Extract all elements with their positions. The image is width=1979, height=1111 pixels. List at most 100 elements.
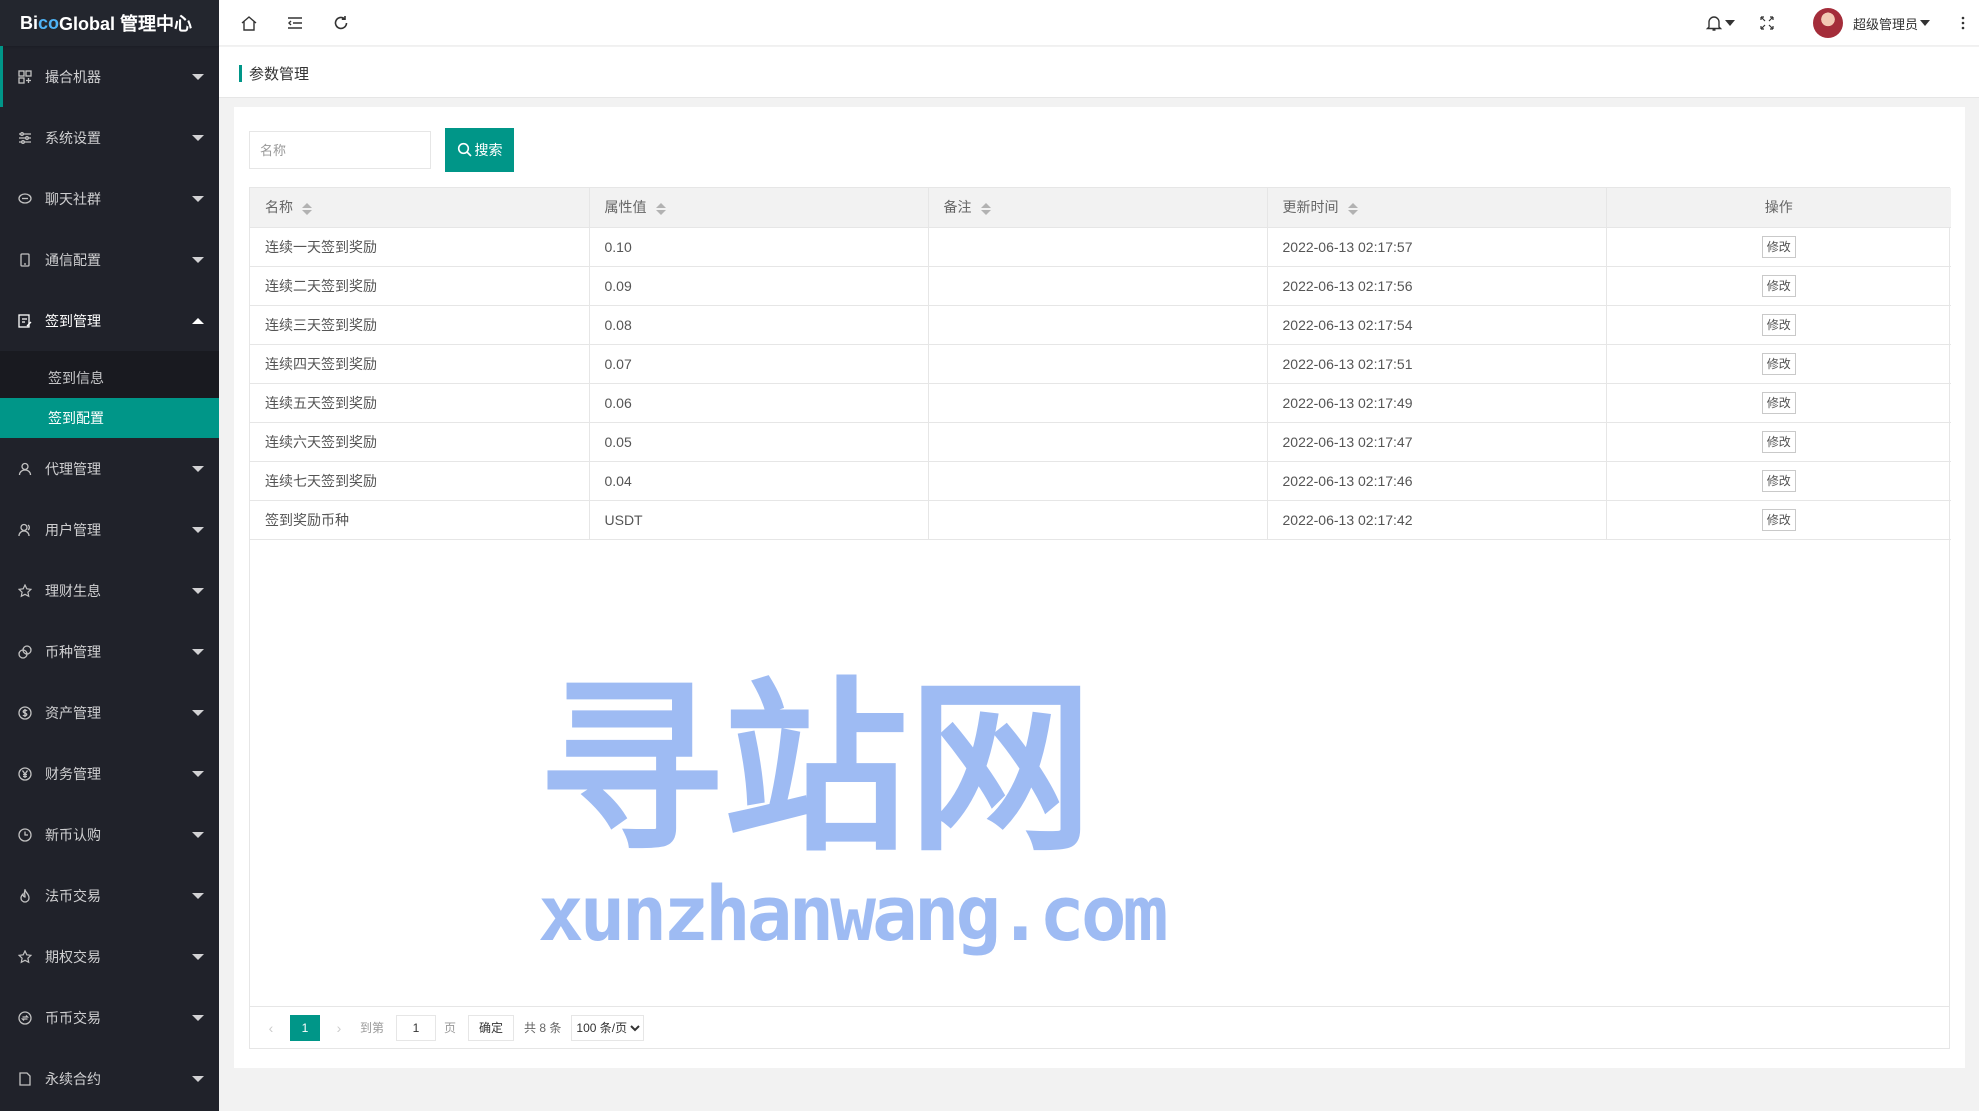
cell-updated: 2022-06-13 02:17:47 bbox=[1267, 422, 1607, 462]
star-icon bbox=[18, 583, 32, 598]
cell-updated: 2022-06-13 02:17:49 bbox=[1267, 383, 1607, 423]
fire-icon bbox=[18, 888, 32, 903]
title-accent-bar bbox=[239, 65, 242, 82]
chevron-down-icon bbox=[192, 465, 204, 472]
chevron-down-icon bbox=[192, 770, 204, 777]
sidebar-subitem-checkin-info[interactable]: 签到信息 bbox=[0, 358, 219, 398]
bell-icon bbox=[1705, 16, 1723, 31]
params-table: 名称 属性值 备注 更新时间 操作 连续一天签到奖励 0.10 2022-06-… bbox=[250, 188, 1951, 540]
brand-logo[interactable]: Bi co Global 管理中心 bbox=[0, 0, 219, 46]
more-button[interactable] bbox=[1953, 0, 1973, 46]
params-table-container: 名称 属性值 备注 更新时间 操作 连续一天签到奖励 0.10 2022-06-… bbox=[249, 187, 1951, 1049]
table-row: 连续五天签到奖励 0.06 2022-06-13 02:17:49 修改 bbox=[250, 383, 1951, 423]
column-header-updated[interactable]: 更新时间 bbox=[1267, 188, 1607, 228]
sidebar-item-fiat-trading[interactable]: 法币交易 bbox=[0, 865, 219, 926]
brand-suffix: Global 管理中心 bbox=[59, 14, 193, 34]
sidebar-item-coin-management[interactable]: 币种管理 bbox=[0, 621, 219, 682]
refresh-button[interactable] bbox=[325, 0, 357, 46]
goto-page-input[interactable] bbox=[396, 1014, 437, 1041]
edit-button[interactable]: 修改 bbox=[1761, 430, 1796, 453]
sidebar-item-label: 聊天社群 bbox=[45, 190, 101, 207]
pagination: ‹ 1 › 到第 页 确定 共 8 条 100 条/页 bbox=[250, 1006, 1949, 1048]
prev-page-icon[interactable]: ‹ bbox=[260, 1020, 282, 1036]
sidebar-item-asset-management[interactable]: 资产管理 bbox=[0, 682, 219, 743]
toggle-sidebar-button[interactable] bbox=[279, 0, 311, 46]
sidebar-item-system-settings[interactable]: 系统设置 bbox=[0, 107, 219, 168]
refresh-icon bbox=[334, 16, 348, 30]
search-button[interactable]: 搜索 bbox=[445, 128, 514, 172]
sort-icon[interactable] bbox=[655, 202, 666, 215]
user-menu[interactable]: 超级管理员 bbox=[1813, 0, 1953, 46]
cell-value: 0.10 bbox=[589, 227, 929, 267]
cell-value: 0.07 bbox=[589, 344, 929, 384]
sidebar-item-matching-robot[interactable]: 撮合机器 bbox=[0, 46, 219, 107]
sidebar-item-comm-config[interactable]: 通信配置 bbox=[0, 229, 219, 290]
chevron-down-icon bbox=[192, 648, 204, 655]
brand-accent: co bbox=[38, 12, 60, 33]
sidebar-item-user-management[interactable]: 用户管理 bbox=[0, 499, 219, 560]
exchange-icon bbox=[18, 1010, 32, 1025]
sidebar-item-new-coin-subscription[interactable]: 新币认购 bbox=[0, 804, 219, 865]
phone-icon bbox=[18, 252, 32, 267]
users-icon bbox=[18, 523, 32, 537]
sidebar-item-label: 签到管理 bbox=[45, 312, 101, 329]
chevron-down-icon bbox=[192, 831, 204, 838]
sidebar-item-chat-community[interactable]: 聊天社群 bbox=[0, 168, 219, 229]
sidebar-item-options-trading[interactable]: 期权交易 bbox=[0, 926, 219, 987]
edit-button[interactable]: 修改 bbox=[1761, 391, 1796, 414]
next-page-icon[interactable]: › bbox=[328, 1020, 350, 1036]
edit-button[interactable]: 修改 bbox=[1761, 352, 1796, 375]
cell-remark bbox=[928, 344, 1268, 384]
sidebar-item-checkin-management[interactable]: 签到管理 bbox=[0, 290, 219, 351]
table-row: 连续一天签到奖励 0.10 2022-06-13 02:17:57 修改 bbox=[250, 227, 1951, 267]
sidebar: Bi co Global 管理中心 撮合机器 系统设置 聊天社群 通信配置 签到管… bbox=[0, 0, 219, 1111]
edit-button[interactable]: 修改 bbox=[1761, 508, 1796, 531]
sidebar-item-label: 币币交易 bbox=[45, 1009, 101, 1026]
brand-prefix: Bi bbox=[20, 12, 38, 33]
page-size-select[interactable]: 100 条/页 bbox=[571, 1014, 645, 1041]
top-header: 超级管理员 bbox=[219, 0, 1979, 46]
goto-prefix: 到第 bbox=[360, 1021, 385, 1035]
chevron-down-icon bbox=[192, 1014, 204, 1021]
column-header-value[interactable]: 属性值 bbox=[589, 188, 929, 228]
chevron-down-icon bbox=[192, 526, 204, 533]
table-row: 连续四天签到奖励 0.07 2022-06-13 02:17:51 修改 bbox=[250, 344, 1951, 384]
sidebar-item-label: 法币交易 bbox=[45, 887, 101, 904]
cell-name: 连续三天签到奖励 bbox=[250, 305, 590, 345]
sidebar-item-finance-management[interactable]: 财务管理 bbox=[0, 743, 219, 804]
sort-icon[interactable] bbox=[1347, 202, 1358, 215]
edit-button[interactable]: 修改 bbox=[1761, 274, 1796, 297]
cell-updated: 2022-06-13 02:17:56 bbox=[1267, 266, 1607, 306]
current-page[interactable]: 1 bbox=[290, 1014, 320, 1041]
column-header-actions: 操作 bbox=[1606, 188, 1951, 228]
yen-icon bbox=[18, 766, 32, 781]
sidebar-item-wealth-interest[interactable]: 理财生息 bbox=[0, 560, 219, 621]
column-header-name[interactable]: 名称 bbox=[250, 188, 590, 228]
sidebar-item-perpetual-contract[interactable]: 永续合约 bbox=[0, 1048, 219, 1109]
star-icon bbox=[18, 949, 32, 964]
edit-button[interactable]: 修改 bbox=[1761, 313, 1796, 336]
edit-button[interactable]: 修改 bbox=[1761, 469, 1796, 492]
sort-icon[interactable] bbox=[980, 202, 991, 215]
robot-icon bbox=[18, 69, 32, 84]
sort-icon[interactable] bbox=[302, 202, 312, 215]
sidebar-subitem-checkin-config[interactable]: 签到配置 bbox=[0, 398, 219, 438]
coin-icon bbox=[18, 644, 32, 659]
notification-button[interactable] bbox=[1700, 0, 1740, 46]
sidebar-item-coin-coin-trading[interactable]: 币币交易 bbox=[0, 987, 219, 1048]
chevron-down-icon bbox=[192, 892, 204, 899]
name-search-input[interactable] bbox=[249, 131, 431, 169]
goto-confirm-button[interactable]: 确定 bbox=[468, 1014, 515, 1041]
edit-button[interactable]: 修改 bbox=[1761, 235, 1796, 258]
cell-updated: 2022-06-13 02:17:42 bbox=[1267, 500, 1607, 540]
sidebar-item-agent-management[interactable]: 代理管理 bbox=[0, 438, 219, 499]
home-button[interactable] bbox=[233, 0, 265, 46]
sidebar-item-label: 新币认购 bbox=[45, 826, 101, 843]
fullscreen-icon bbox=[1760, 16, 1774, 30]
fullscreen-button[interactable] bbox=[1751, 0, 1783, 46]
home-icon bbox=[241, 16, 257, 31]
chevron-down-icon bbox=[192, 256, 204, 263]
total-count: 共 8 条 bbox=[524, 1021, 562, 1035]
cell-remark bbox=[928, 422, 1268, 462]
column-header-remark[interactable]: 备注 bbox=[928, 188, 1268, 228]
